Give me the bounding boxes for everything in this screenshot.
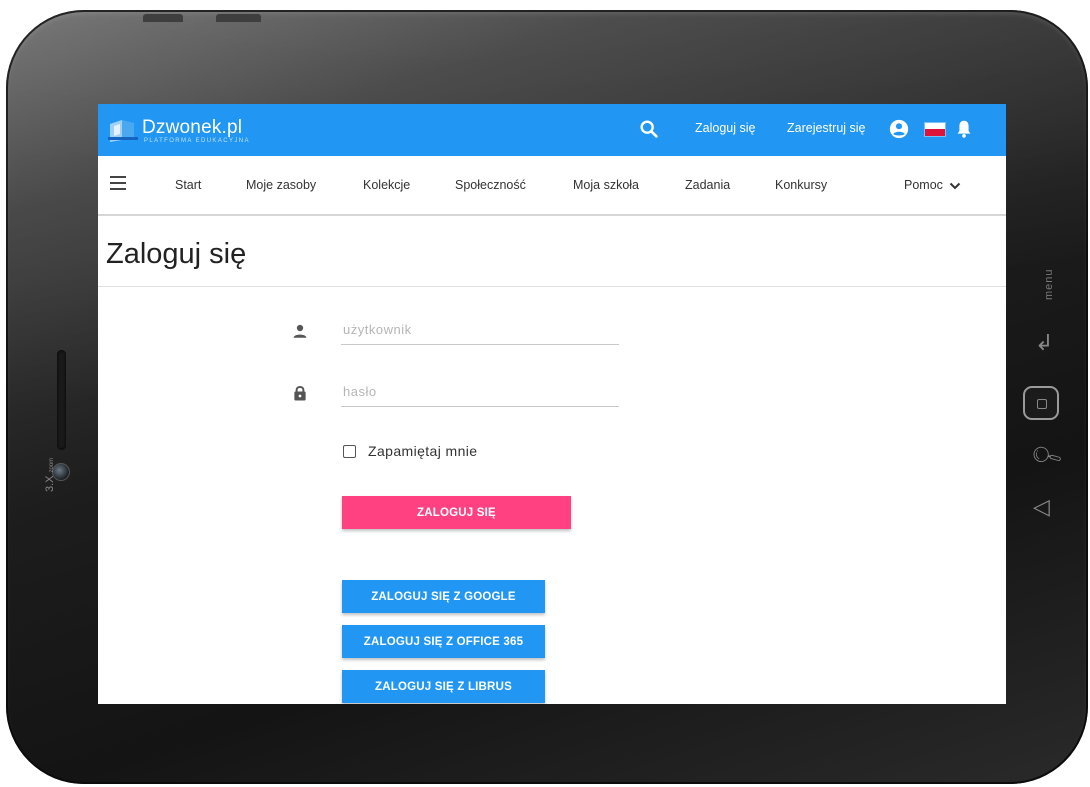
page-title: Zaloguj się [106,238,247,270]
logo-subtitle: PLATFORMA EDUKACYJNA [144,138,250,144]
nav-item-zadania[interactable]: Zadania [685,178,730,192]
account-circle-icon[interactable] [888,118,910,140]
hamburger-menu-icon[interactable] [110,176,126,190]
username-input[interactable] [341,314,619,345]
nav-item-start[interactable]: Start [175,178,201,192]
zoom-label: 3.Xzoom [44,457,56,492]
nav-item-moja-szkola[interactable]: Moja szkoła [573,178,639,192]
home-key-icon[interactable] [1023,386,1059,420]
password-input[interactable] [341,376,619,407]
logo-text: Dzwonek.pl [142,117,243,138]
title-divider [98,286,1006,287]
back-key-icon[interactable]: ↲ [1035,333,1053,355]
menu-label: menu [1043,268,1055,300]
back-arrow-key-icon[interactable]: ◁ [1033,497,1050,519]
nav-item-konkursy[interactable]: Konkursy [775,178,827,192]
bell-icon[interactable] [953,117,975,141]
nav-item-spolecznosc[interactable]: Społeczność [455,178,526,192]
lock-icon [294,386,306,401]
screen: Dzwonek.pl PLATFORMA EDUKACYJNA Zaloguj … [98,104,1006,704]
login-office365-button[interactable]: ZALOGUJ SIĘ Z OFFICE 365 [342,625,545,658]
login-librus-button[interactable]: ZALOGUJ SIĘ Z LIBRUS [342,670,545,703]
login-submit-button[interactable]: ZALOGUJ SIĘ [342,496,571,529]
login-link[interactable]: Zaloguj się [695,121,755,135]
nav-item-pomoc[interactable]: Pomoc [904,178,961,192]
user-icon [293,324,307,338]
power-button[interactable] [143,14,183,22]
chevron-down-icon [949,182,961,190]
remember-me-checkbox[interactable] [343,445,356,458]
site-logo[interactable]: Dzwonek.pl PLATFORMA EDUKACYJNA [108,116,268,146]
nav-item-pomoc-label: Pomoc [904,178,943,192]
login-google-button[interactable]: ZALOGUJ SIĘ Z GOOGLE [342,580,545,613]
app-bar: Dzwonek.pl PLATFORMA EDUKACYJNA Zaloguj … [98,104,1006,156]
search-icon[interactable] [638,118,660,140]
poland-flag-icon[interactable] [924,122,946,137]
remember-me-label[interactable]: Zapamiętaj mnie [368,443,478,459]
register-link[interactable]: Zarejestruj się [787,121,866,135]
logo-mark-icon [108,120,138,142]
nav-item-moje-zasoby[interactable]: Moje zasoby [246,178,316,192]
side-slot [57,350,66,450]
nav-item-kolekcje[interactable]: Kolekcje [363,178,410,192]
nav-bar: Start Moje zasoby Kolekcje Społeczność M… [98,156,1006,216]
volume-button[interactable] [216,14,261,22]
